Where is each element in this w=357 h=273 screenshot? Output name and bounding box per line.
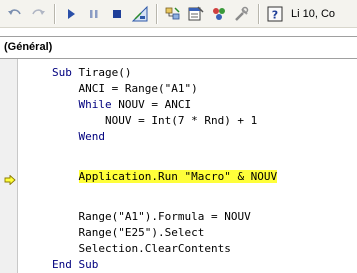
code-line[interactable]: Sub Tirage() [52,65,131,81]
code-editor[interactable]: Sub Tirage() ANCI = Range("A1") While NO… [0,59,357,273]
toolbar-separator [54,3,56,24]
code-rest: Application.Run "Macro" & NOUV [78,170,278,183]
toolbox-icon [235,6,249,21]
project-explorer-icon [165,6,180,19]
object-combobox-value: (Général) [4,41,53,53]
code-keyword: Wend [78,130,106,143]
design-mode-button[interactable] [129,3,151,25]
code-text: End Sub [52,258,98,271]
code-text: Range("E25").Select [79,226,205,239]
code-line[interactable]: Range("E25").Select [52,225,205,241]
design-mode-icon [131,5,148,21]
code-text: Range("A1").Formula = NOUV [79,210,251,223]
code-line[interactable]: Application.Run "Macro" & NOUV [52,169,278,185]
margin-indicator-bar[interactable] [0,59,18,273]
code-keyword: End Sub [52,258,99,271]
toolbar-separator [258,3,260,24]
code-text: NOUV = Int(7 * Rnd) + 1 [105,114,257,127]
code-keyword: While [78,98,112,111]
code-rest: Range("E25").Select [78,226,205,239]
redo-icon [32,8,45,15]
code-rest: Selection.ClearContents [78,242,231,255]
code-rest: NOUV = Int(7 * Rnd) + 1 [104,114,258,127]
code-line[interactable]: Range("A1").Formula = NOUV [52,209,251,225]
object-browser-icon [213,7,225,20]
project-explorer-button[interactable] [162,3,184,25]
code-rest: NOUV = ANCI [111,98,192,111]
code-line[interactable]: While NOUV = ANCI [52,97,192,113]
reset-button[interactable] [106,3,128,25]
code-line[interactable]: End Sub [52,257,98,273]
reset-icon [113,9,121,18]
code-rest: ANCI = Range("A1") [78,82,198,95]
object-browser-button[interactable] [208,3,230,25]
code-text: Sub Tirage() [52,66,131,79]
toolbar-separator [156,3,158,24]
code-line[interactable]: Wend [52,129,106,145]
code-line[interactable]: Selection.ClearContents [52,241,231,257]
code-text: ANCI = Range("A1") [79,82,198,95]
break-icon [90,9,98,18]
svg-text:?: ? [272,8,278,21]
undo-button[interactable] [4,3,26,25]
toolbox-button[interactable] [231,3,253,25]
code-text: While NOUV = ANCI [79,98,192,111]
properties-window-button[interactable] [185,3,207,25]
window-gap [0,28,357,36]
code-rest: Tirage() [71,66,132,79]
object-combobox[interactable]: (Général) [0,36,357,59]
current-statement-arrow-icon [4,175,16,185]
code-text: Selection.ClearContents [79,242,231,255]
code-line[interactable]: ANCI = Range("A1") [52,81,198,97]
undo-icon [8,8,21,15]
redo-button[interactable] [27,3,49,25]
code-text: Wend [79,130,106,143]
properties-window-icon [188,5,204,20]
run-icon [68,8,75,19]
break-button[interactable] [83,3,105,25]
code-line[interactable]: NOUV = Int(7 * Rnd) + 1 [52,113,257,129]
run-button[interactable] [60,3,82,25]
code-rest: Range("A1").Formula = NOUV [78,210,251,223]
code-keyword: Sub [52,66,72,79]
code-text: Application.Run "Macro" & NOUV [78,170,278,183]
help-button[interactable]: ? [264,3,286,25]
vbe-standard-toolbar: ? Li 10, Co [0,0,357,28]
cursor-position-text: Li 10, Co [291,7,336,20]
help-icon: ? [267,6,283,21]
